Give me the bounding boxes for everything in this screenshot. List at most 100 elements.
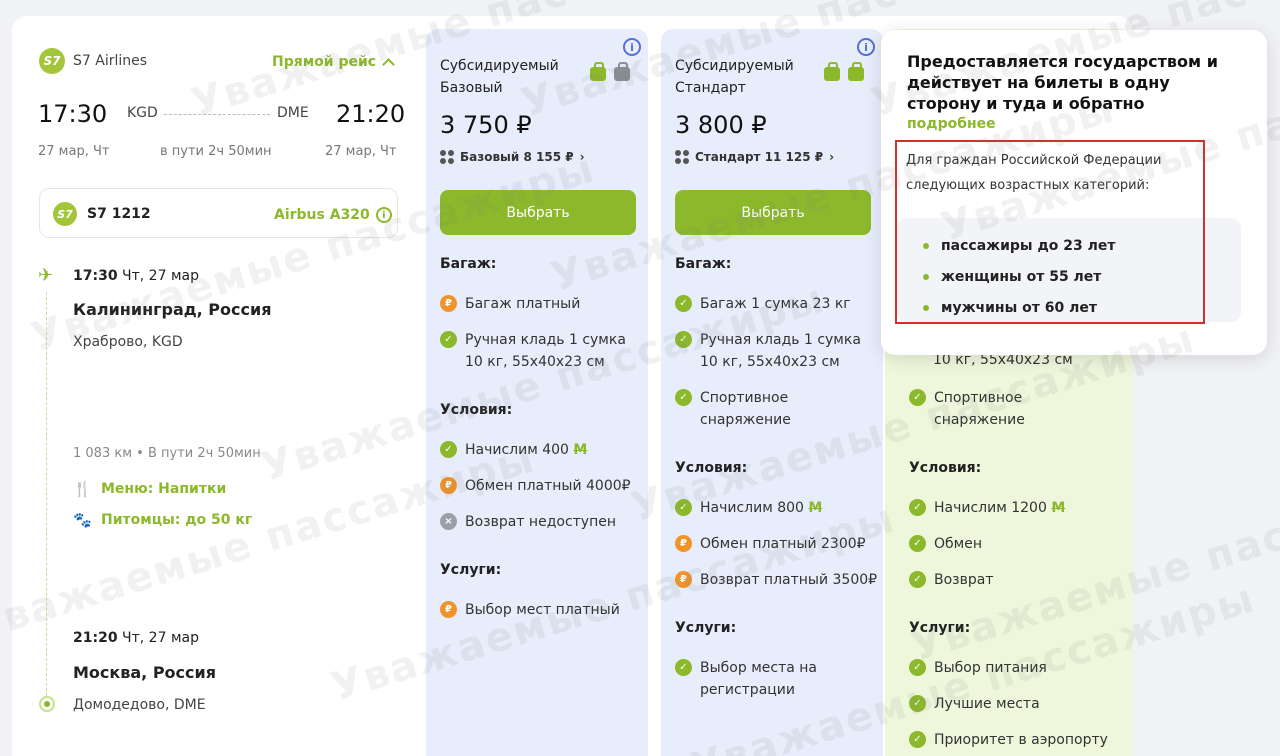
fare-upgrade-link[interactable]: Базовый 8 155 ₽ › — [440, 150, 585, 164]
arrival-time: 21:20 — [336, 100, 406, 128]
fare-baggage-icons — [824, 62, 864, 81]
ruble-icon: ₽ — [440, 295, 457, 312]
info-icon[interactable]: i — [623, 38, 641, 56]
feature-item: ✓ Начислим 800 M — [675, 497, 880, 519]
conditions-title: Условия: — [909, 460, 982, 476]
feature-item: ✓ Начислим 1200 M — [909, 497, 1114, 519]
direct-flight-label: Прямой рейс — [272, 54, 377, 70]
timeline-line — [46, 292, 47, 696]
feature-item: ₽ Обмен платный 4000₽ — [440, 475, 645, 497]
feature-item: ✓ Спортивное снаряжение — [675, 387, 880, 431]
s7-logo-icon: S7 — [39, 48, 65, 74]
conditions-title: Условия: — [440, 402, 513, 418]
feature-item: × Возврат недоступен — [440, 511, 645, 533]
ruble-icon: ₽ — [440, 477, 457, 494]
takeoff-icon: ✈ — [38, 265, 54, 286]
fare-card-base: i Субсидируемый Базовый 3 750 ₽ Базовый … — [426, 29, 648, 756]
select-standard-button[interactable]: Выбрать — [675, 190, 871, 235]
check-icon: ✓ — [909, 659, 926, 676]
segment-departure-city: Калининград, Россия — [73, 300, 272, 319]
check-icon: ✓ — [909, 389, 926, 406]
carry-on-icon — [590, 62, 606, 81]
info-icon[interactable]: i — [375, 207, 392, 223]
feature-item: ✓ Ручная кладь 1 сумка 10 кг, 55х40х23 см — [675, 329, 880, 373]
flight-duration: в пути 2ч 50мин — [160, 144, 272, 159]
ruble-icon: ₽ — [675, 535, 692, 552]
departure-date: 27 мар, Чт — [38, 144, 110, 159]
paw-icon: 🐾 — [73, 511, 92, 529]
tariff-grid-icon — [440, 150, 454, 164]
feature-item: ✓ Выбор питания — [909, 657, 1114, 679]
check-icon: ✓ — [675, 295, 692, 312]
feature-item: ₽ Обмен платный 2300₽ — [675, 533, 880, 555]
check-icon: ✓ — [440, 441, 457, 458]
baggage-title: Багаж: — [675, 256, 732, 272]
check-icon: ✓ — [909, 535, 926, 552]
s7-logo-icon: S7 — [53, 202, 77, 226]
check-icon: ✓ — [675, 499, 692, 516]
check-icon: ✓ — [675, 331, 692, 348]
fare-price: 3 800 ₽ — [675, 111, 767, 139]
baggage-title: Багаж: — [440, 256, 497, 272]
destination-marker-icon — [39, 696, 55, 712]
fare-name: Субсидируемый Стандарт — [675, 58, 794, 96]
tariff-grid-icon — [675, 150, 689, 164]
check-icon: ✓ — [909, 695, 926, 712]
feature-item: ✓ Обмен — [909, 533, 1114, 555]
feature-item: ✓ Начислим 400 M — [440, 439, 645, 461]
segment-distance: 1 083 км • В пути 2ч 50мин — [73, 446, 261, 461]
fare-card-standard: i Субсидируемый Стандарт 3 800 ₽ Стандар… — [661, 29, 883, 756]
conditions-title: Условия: — [675, 460, 748, 476]
ruble-icon: ₽ — [675, 571, 692, 588]
arrival-code: DME — [277, 105, 309, 121]
more-link[interactable]: подробнее — [907, 116, 996, 132]
flight-number: S7 1212 — [87, 206, 151, 222]
segment-arrival-time: 21:20 Чт, 27 мар — [73, 630, 199, 646]
feature-item: ₽ Багаж платный — [440, 293, 645, 315]
check-icon: ✓ — [909, 499, 926, 516]
check-icon: ✓ — [675, 389, 692, 406]
services-title: Услуги: — [440, 562, 502, 578]
select-base-button[interactable]: Выбрать — [440, 190, 636, 235]
segment-departure-airport: Храброво, KGD — [73, 334, 183, 350]
feature-item: ✓ Багаж 1 сумка 23 кг — [675, 293, 880, 315]
aircraft-name: Airbus A320 — [274, 207, 370, 223]
feature-item: ✓ Лучшие места — [909, 693, 1114, 715]
chevron-right-icon: › — [829, 150, 835, 164]
highlight-frame — [895, 140, 1205, 324]
check-icon: ✓ — [440, 331, 457, 348]
departure-time: 17:30 — [38, 100, 108, 128]
feature-item: ✓ Возврат — [909, 569, 1114, 591]
baggage-crossed-icon — [614, 62, 630, 81]
feature-item: ✓ Спортивное снаряжение — [909, 387, 1114, 431]
baggage-icon — [848, 62, 864, 81]
fare-price: 3 750 ₽ — [440, 111, 532, 139]
segment-departure-time: 17:30 Чт, 27 мар — [73, 268, 199, 284]
aircraft-info[interactable]: Airbus A320 i — [274, 207, 392, 223]
check-icon: ✓ — [675, 659, 692, 676]
flight-details-box: S7 S7 1212 Airbus A320 i — [39, 188, 398, 238]
fare-baggage-icons — [590, 62, 630, 81]
route-line — [164, 114, 270, 115]
check-icon: ✓ — [909, 571, 926, 588]
cutlery-icon: 🍴 — [73, 480, 92, 498]
feature-item: ✓ Выбор места на регистрации — [675, 657, 880, 701]
arrival-date: 27 мар, Чт — [325, 144, 397, 159]
departure-code: KGD — [127, 105, 158, 121]
fare-upgrade-link[interactable]: Стандарт 11 125 ₽ › — [675, 150, 834, 164]
pets-amenity: 🐾 Питомцы: до 50 кг — [73, 511, 253, 529]
cross-icon: × — [440, 513, 457, 530]
direct-flight-toggle[interactable]: Прямой рейс — [272, 54, 395, 71]
check-icon: ✓ — [909, 731, 926, 748]
segment-arrival-airport: Домодедово, DME — [73, 697, 206, 713]
feature-item: ✓ Ручная кладь 1 сумка 10 кг, 55х40х23 см — [440, 329, 645, 373]
info-icon[interactable]: i — [857, 38, 875, 56]
chevron-right-icon: › — [579, 150, 585, 164]
ruble-icon: ₽ — [440, 601, 457, 618]
airline-name: S7 Airlines — [73, 53, 148, 69]
segment-arrival-city: Москва, Россия — [73, 663, 216, 682]
feature-item: ₽ Выбор мест платный — [440, 599, 645, 621]
tooltip-title: Предоставляется государством и действует… — [907, 52, 1218, 113]
feature-item: ₽ Возврат платный 3500₽ — [675, 569, 880, 591]
carry-on-icon — [824, 62, 840, 81]
